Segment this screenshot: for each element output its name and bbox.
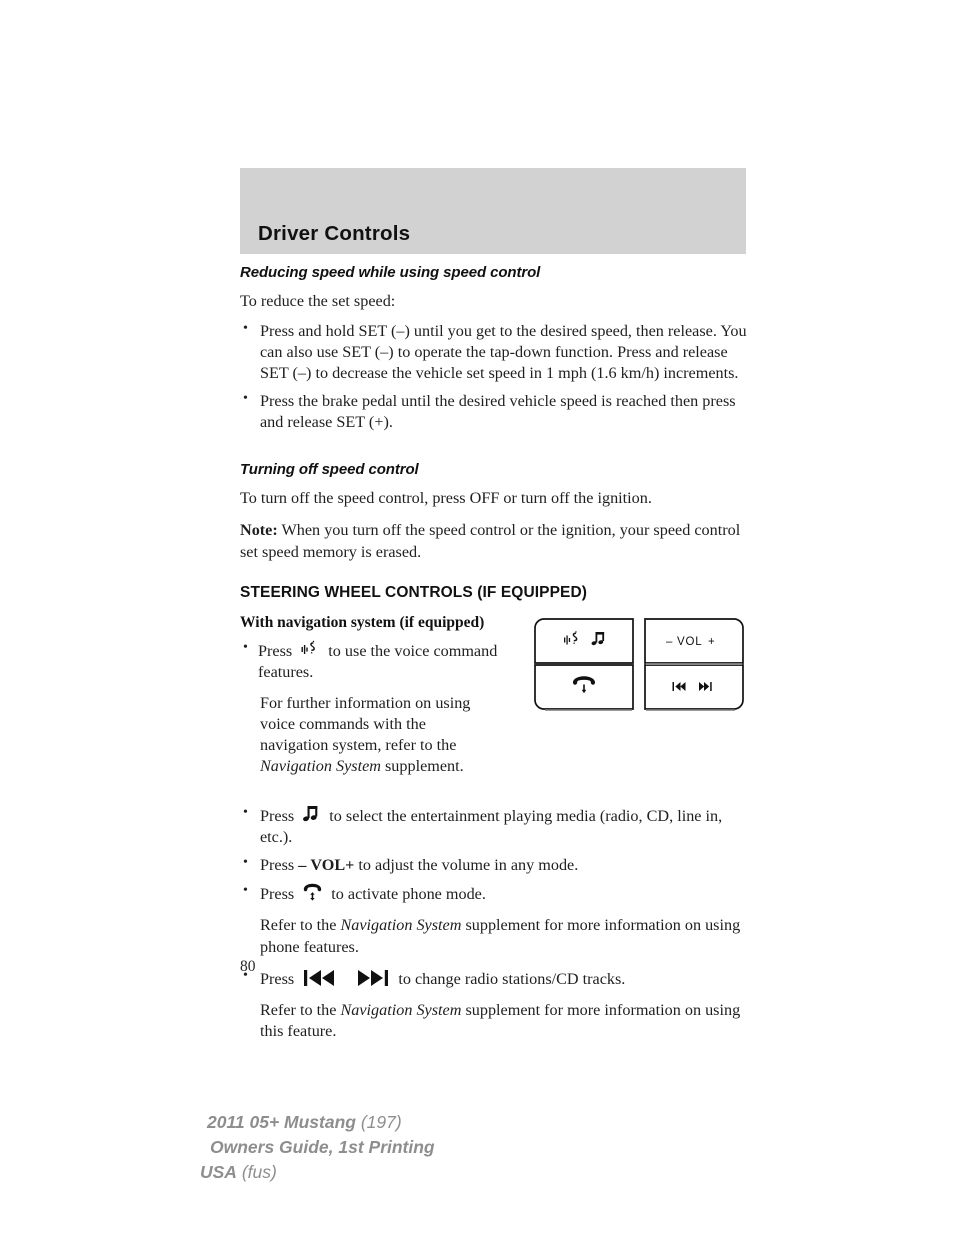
- page-content: Reducing speed while using speed control…: [240, 264, 748, 1052]
- phone-followup-italic: Navigation System: [340, 916, 462, 935]
- vol-bullet-post: to adjust the volume in any mode.: [358, 856, 579, 875]
- diagram-music-note-icon: [591, 631, 605, 645]
- track-bullet-list: Press: [240, 967, 748, 990]
- page-number: 80: [240, 958, 256, 975]
- manual-page: Driver Controls Reducing speed while usi…: [0, 0, 954, 1235]
- heading-with-navigation-system: With navigation system (if equipped): [240, 613, 485, 631]
- footer-guide: Owners Guide, 1st Printing: [210, 1136, 435, 1157]
- list-item: Press: [240, 967, 748, 990]
- heading-reducing-speed: Reducing speed while using speed control: [240, 264, 541, 281]
- media-bullet-pre: Press: [260, 807, 295, 826]
- diagram-voice-command-icon: [564, 630, 578, 645]
- steering-left-column: With navigation system (if equipped) Pre…: [240, 614, 498, 778]
- phone-followup-text: Refer to the Navigation System supplemen…: [240, 915, 748, 957]
- voice-followup-post: supplement.: [380, 757, 464, 776]
- diagram-vol-label: – VOL +: [666, 636, 715, 648]
- footer-market-code: (fus): [236, 1161, 277, 1182]
- diagram-vol-text: VOL: [677, 636, 702, 648]
- track-followup-pre: Refer to the: [260, 1000, 341, 1019]
- page-header-band: Driver Controls: [240, 168, 746, 254]
- footer-line-3: USA (fus): [200, 1160, 435, 1185]
- list-item: Press and hold SET (–) until you get to …: [240, 320, 748, 384]
- diagram-vol-minus: –: [666, 636, 673, 648]
- footer-line-2: Owners Guide, 1st Printing: [210, 1135, 435, 1160]
- reducing-bullet-list: Press and hold SET (–) until you get to …: [240, 320, 748, 433]
- voice-bullet-post: to use the voice command features.: [258, 641, 498, 681]
- footer-model-code: (197): [355, 1112, 402, 1132]
- phone-bullet-pre: Press: [260, 885, 295, 904]
- diagram-skip-next-icon: [699, 681, 712, 691]
- voice-command-icon: [301, 640, 319, 659]
- heading-steering-wheel-controls: STEERING WHEEL CONTROLS (IF EQUIPPED): [240, 583, 588, 601]
- diagram-phone-hangup-icon: [573, 675, 595, 693]
- diagram-vol-plus: +: [708, 636, 715, 648]
- note-label: Note:: [240, 521, 278, 540]
- phone-followup-pre: Refer to the: [260, 916, 341, 935]
- list-item: Press to select the entertainment playin…: [240, 804, 748, 848]
- vol-bullet-label: VOL: [310, 856, 346, 875]
- reducing-intro: To reduce the set speed:: [240, 292, 396, 310]
- vol-bullet-minus: –: [298, 856, 307, 875]
- steering-controls-bullet-list: Press to select the entertainment playin…: [240, 804, 748, 905]
- voice-bullet-pre: Press: [258, 641, 293, 660]
- track-followup-text: Refer to the Navigation System supplemen…: [240, 1000, 748, 1042]
- list-item: Press – VOL+ to adjust the volume in any…: [240, 854, 748, 876]
- voice-followup-pre: For further information on using voice c…: [260, 693, 471, 755]
- steering-intro-block: With navigation system (if equipped) Pre…: [240, 614, 748, 778]
- heading-turning-off: Turning off speed control: [240, 461, 419, 479]
- turning-off-note: Note: When you turn off the speed contro…: [240, 520, 748, 562]
- voice-followup-italic: Navigation System: [260, 757, 381, 776]
- voice-bullet-list: Press: [240, 639, 498, 683]
- diagram-skip-previous-icon: [672, 681, 686, 691]
- voice-followup-text: For further information on using voice c…: [240, 693, 498, 777]
- vol-bullet-plus: +: [345, 856, 355, 875]
- phone-mode-icon: [303, 883, 322, 902]
- track-bullet-pre: Press: [260, 969, 295, 988]
- skip-previous-icon: [303, 968, 337, 988]
- footer-market: USA: [200, 1161, 237, 1182]
- skip-next-icon: [355, 968, 389, 988]
- list-item: Press: [240, 639, 498, 683]
- music-note-icon: [303, 805, 320, 824]
- list-item: Press the brake pedal until the desired …: [240, 390, 748, 433]
- track-bullet-post: to change radio stations/CD tracks.: [398, 969, 626, 988]
- media-bullet-post: to select the entertainment playing medi…: [260, 807, 723, 847]
- steering-wheel-control-pad: – VOL +: [532, 616, 746, 712]
- page-title: Driver Controls: [258, 222, 411, 245]
- track-followup-italic: Navigation System: [340, 1000, 462, 1019]
- list-item: Press to activate phone mode.: [240, 882, 748, 905]
- footer-model: 2011 05+ Mustang: [207, 1112, 356, 1132]
- note-text: When you turn off the speed control or t…: [240, 521, 741, 561]
- vol-bullet-pre: Press: [260, 856, 295, 875]
- footer-line-1: 2011 05+ Mustang (197): [207, 1110, 435, 1135]
- phone-bullet-post: to activate phone mode.: [331, 885, 486, 904]
- turning-off-paragraph: To turn off the speed control, press OFF…: [240, 489, 652, 508]
- document-footer: 2011 05+ Mustang (197) Owners Guide, 1st…: [200, 1110, 435, 1185]
